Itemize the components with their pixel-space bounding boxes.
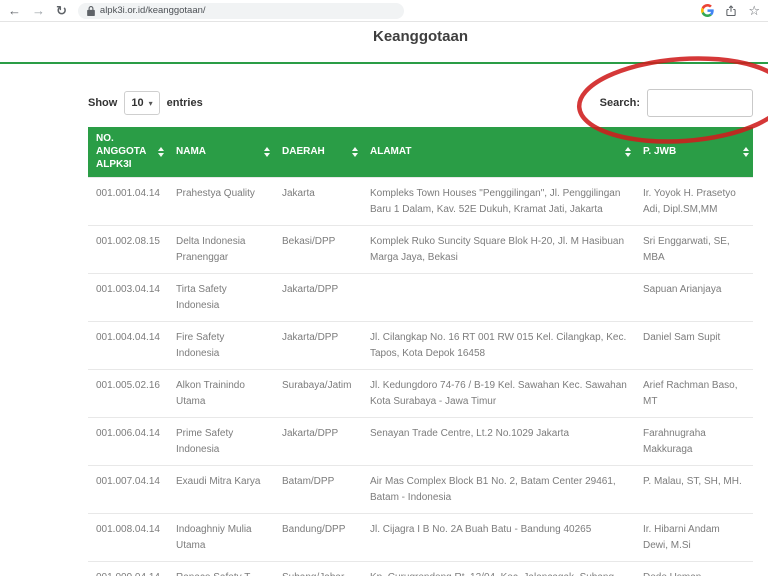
column-label: NAMA — [176, 145, 206, 157]
cell-nama: Delta Indonesia Pranenggar — [168, 225, 274, 274]
cell-daerah: Jakarta/DPP — [274, 417, 362, 466]
table-row: 001.002.08.15 Delta Indonesia Pranenggar… — [88, 225, 753, 274]
cell-no-anggota: 001.005.02.16 — [88, 369, 168, 418]
cell-alamat: Kompleks Town Houses "Penggilingan", Jl.… — [362, 177, 635, 226]
search-label: Search: — [599, 97, 640, 109]
member-table-body: 001.001.04.14 Prahestya Quality Jakarta … — [88, 177, 753, 576]
table-header-row: NO. ANGGOTA ALPK3I NAMA DAERAH ALAMAT P.… — [88, 127, 753, 178]
table-row: 001.008.04.14 Indoaghniy Mulia Utama Ban… — [88, 513, 753, 562]
table-row: 001.003.04.14 Tirta Safety Indonesia Jak… — [88, 273, 753, 322]
cell-nama: Alkon Trainindo Utama — [168, 369, 274, 418]
cell-no-anggota: 001.004.04.14 — [88, 321, 168, 370]
cell-alamat — [362, 273, 635, 322]
cell-nama: Exaudi Mitra Karya — [168, 465, 274, 514]
cell-p-jwb: P. Malau, ST, SH, MH. — [635, 465, 753, 514]
cell-nama: Ranaco Safety T — [168, 561, 274, 576]
column-label: DAERAH — [282, 145, 325, 157]
sort-icon — [625, 147, 631, 158]
column-label: NO. ANGGOTA ALPK3I — [96, 133, 146, 170]
column-header-no-anggota[interactable]: NO. ANGGOTA ALPK3I — [88, 127, 168, 178]
cell-no-anggota: 001.002.08.15 — [88, 225, 168, 274]
address-bar[interactable]: alpk3i.or.id/keanggotaan/ — [77, 2, 404, 19]
table-row: 001.007.04.14 Exaudi Mitra Karya Batam/D… — [88, 465, 753, 514]
browser-toolbar: ← → ↻ alpk3i.or.id/keanggotaan/ ☆ — [0, 0, 768, 22]
cell-nama: Prahestya Quality — [168, 177, 274, 226]
cell-no-anggota: 001.009.04.14 — [88, 561, 168, 576]
table-row: 001.004.04.14 Fire Safety Indonesia Jaka… — [88, 321, 753, 370]
cell-nama: Indoaghniy Mulia Utama — [168, 513, 274, 562]
cell-daerah: Jakarta/DPP — [274, 321, 362, 370]
column-header-nama[interactable]: NAMA — [168, 127, 274, 178]
cell-alamat: Jl. Cijagra I B No. 2A Buah Batu - Bandu… — [362, 513, 635, 562]
cell-p-jwb: Ir. Yoyok H. Prasetyo Adi, Dipl.SM,MM — [635, 177, 753, 226]
column-header-p-jwb[interactable]: P. JWB — [635, 127, 753, 178]
membership-table: NO. ANGGOTA ALPK3I NAMA DAERAH ALAMAT P.… — [88, 127, 753, 576]
cell-daerah: Jakarta — [274, 177, 362, 226]
column-header-daerah[interactable]: DAERAH — [274, 127, 362, 178]
cell-nama: Fire Safety Indonesia — [168, 321, 274, 370]
cell-p-jwb: Dede Usman — [635, 561, 753, 576]
cell-alamat: Komplek Ruko Suncity Square Blok H-20, J… — [362, 225, 635, 274]
cell-alamat: Air Mas Complex Block B1 No. 2, Batam Ce… — [362, 465, 635, 514]
cell-nama: Prime Safety Indonesia — [168, 417, 274, 466]
cell-p-jwb: Sri Enggarwati, SE, MBA — [635, 225, 753, 274]
cell-no-anggota: 001.007.04.14 — [88, 465, 168, 514]
cell-p-jwb: Ir. Hibarni Andam Dewi, M.Si — [635, 513, 753, 562]
cell-p-jwb: Sapuan Arianjaya — [635, 273, 753, 322]
cell-daerah: Jakarta/DPP — [274, 273, 362, 322]
page-length-select[interactable]: 10 ▾ — [124, 91, 160, 115]
column-header-alamat[interactable]: ALAMAT — [362, 127, 635, 178]
page-title: Keanggotaan — [372, 28, 468, 45]
cell-no-anggota: 001.008.04.14 — [88, 513, 168, 562]
cell-alamat: Senayan Trade Centre, Lt.2 No.1029 Jakar… — [362, 417, 635, 466]
entries-label: entries — [166, 97, 203, 109]
column-label: ALAMAT — [370, 145, 412, 157]
cell-daerah: Bandung/DPP — [274, 513, 362, 562]
show-label: Show — [88, 97, 118, 109]
table-row: 001.009.04.14 Ranaco Safety T Subang/Jab… — [88, 561, 753, 576]
cell-no-anggota: 001.001.04.14 — [88, 177, 168, 226]
back-icon[interactable]: ← — [8, 4, 21, 17]
share-icon[interactable] — [725, 4, 737, 17]
cell-no-anggota: 001.003.04.14 — [88, 273, 168, 322]
sort-icon — [743, 147, 749, 158]
table-row: 001.005.02.16 Alkon Trainindo Utama Sura… — [88, 369, 753, 418]
header-divider — [0, 62, 768, 64]
cell-alamat: Jl. Kedungdoro 74-76 / B-19 Kel. Sawahan… — [362, 369, 635, 418]
sort-icon — [158, 147, 164, 158]
chevron-down-icon: ▾ — [148, 98, 153, 108]
cell-alamat: Jl. Cilangkap No. 16 RT 001 RW 015 Kel. … — [362, 321, 635, 370]
table-row: 001.006.04.14 Prime Safety Indonesia Jak… — [88, 417, 753, 466]
bookmark-star-icon[interactable]: ☆ — [748, 3, 760, 19]
google-logo-icon[interactable] — [701, 4, 715, 17]
url-text: alpk3i.or.id/keanggotaan/ — [99, 5, 206, 16]
reload-icon[interactable]: ↻ — [56, 4, 67, 17]
cell-p-jwb: Arief Rachman Baso, MT — [635, 369, 753, 418]
search-input[interactable] — [647, 89, 753, 117]
page-length-value: 10 — [131, 97, 144, 109]
column-label: P. JWB — [643, 145, 677, 157]
cell-daerah: Batam/DPP — [274, 465, 362, 514]
table-controls: Show 10 ▾ entries Search: — [88, 88, 753, 118]
forward-icon[interactable]: → — [32, 4, 45, 17]
sort-icon — [264, 147, 270, 158]
cell-no-anggota: 001.006.04.14 — [88, 417, 168, 466]
table-row: 001.001.04.14 Prahestya Quality Jakarta … — [88, 177, 753, 226]
cell-nama: Tirta Safety Indonesia — [168, 273, 274, 322]
cell-daerah: Subang/Jabar — [274, 561, 362, 576]
cell-daerah: Bekasi/DPP — [274, 225, 362, 274]
sort-icon — [352, 147, 358, 158]
cell-alamat: Kp. Curugrendeng Rt. 12/04, Kec. Jalanca… — [362, 561, 635, 576]
lock-icon — [87, 5, 95, 16]
cell-daerah: Surabaya/Jatim — [274, 369, 362, 418]
cell-p-jwb: Farahnugraha Makkuraga — [635, 417, 753, 466]
cell-p-jwb: Daniel Sam Supit — [635, 321, 753, 370]
